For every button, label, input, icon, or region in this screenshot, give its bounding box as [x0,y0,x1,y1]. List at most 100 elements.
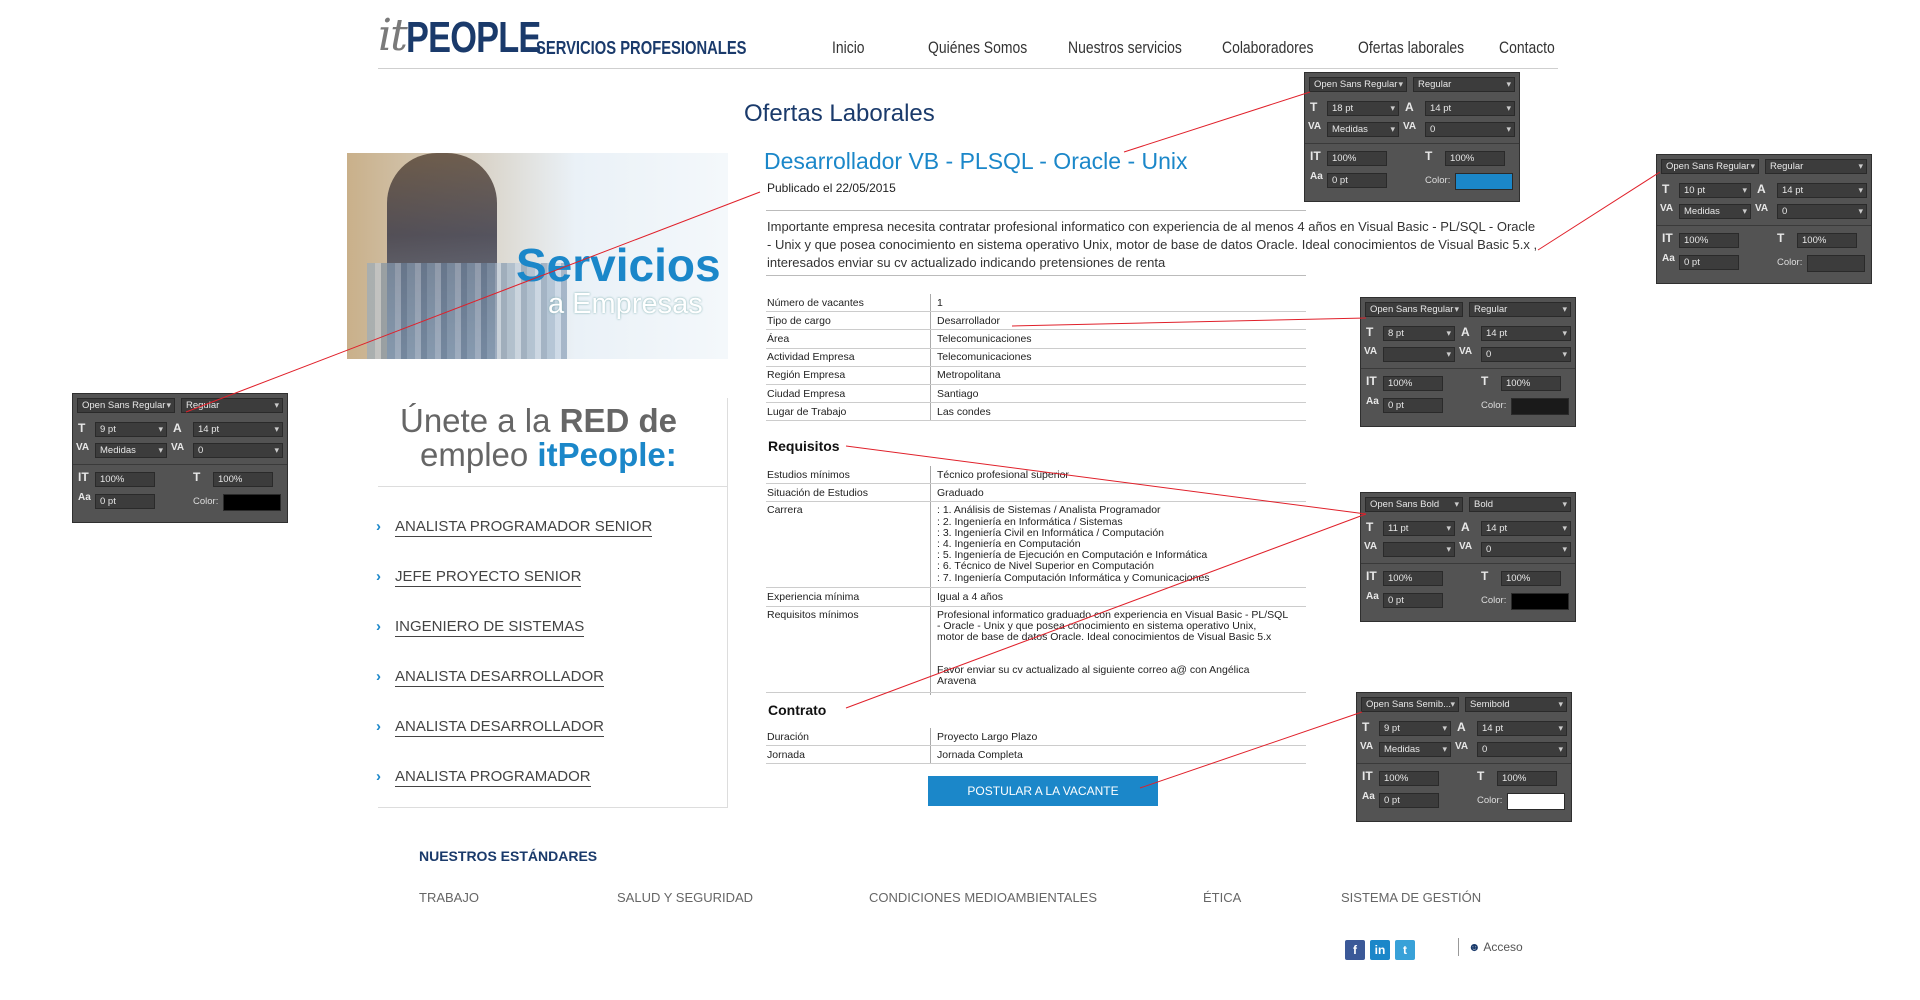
vertical-scale-field[interactable]: 100% [95,472,155,487]
tracking-field[interactable]: 0 [1777,204,1867,219]
vertical-scale-field[interactable]: 100% [1327,151,1387,166]
leading-field[interactable]: 14 pt [1777,183,1867,198]
baseline-shift-field[interactable]: 0 pt [1379,793,1439,808]
font-style-select[interactable]: Bold [1469,497,1571,512]
join-heading-line2: empleo itPeople: [420,436,677,473]
detail-key: Región Empresa [766,366,931,384]
footer-link-condiciones[interactable]: CONDICIONES MEDIOAMBIENTALES [869,890,1097,905]
kerning-field[interactable]: Medidas [1327,122,1399,137]
tracking-icon: VA [1459,541,1473,552]
nav-ofertas-laborales[interactable]: Ofertas laborales [1358,38,1464,58]
leading-field[interactable]: 14 pt [1481,521,1571,536]
sidebar-job-link[interactable]: › ANALISTA DESARROLLADOR [376,668,604,687]
leading-field[interactable]: 14 pt [1425,101,1515,116]
vertical-scale-field[interactable]: 100% [1383,571,1443,586]
sidebar-job-link[interactable]: › ANALISTA DESARROLLADOR [376,718,604,737]
tracking-field[interactable]: 0 [1481,542,1571,557]
vertical-scale-icon: IT [1362,769,1373,783]
tracking-field[interactable]: 0 [1425,122,1515,137]
tracking-field[interactable]: 0 [1481,347,1571,362]
leading-icon: A [1461,520,1470,534]
font-style-select[interactable]: Semibold [1465,697,1567,712]
font-size-field[interactable]: 18 pt [1327,101,1399,116]
ps-character-panel: Open Sans Regular Regular T 18 pt A 14 pt VA Me… [1304,72,1520,202]
sidebar-job-link[interactable]: › INGENIERO DE SISTEMAS [376,618,585,637]
font-family-select[interactable]: Open Sans Bold [1365,497,1463,512]
baseline-shift-field[interactable]: 0 pt [1383,593,1443,608]
horizontal-scale-field[interactable]: 100% [213,472,273,487]
font-style-select[interactable]: Regular [1765,159,1867,174]
font-style-select[interactable]: Regular [1413,77,1515,92]
table-row: Región Empresa Metropolitana [766,366,1306,385]
font-size-field[interactable]: 10 pt [1679,183,1751,198]
panel-divider [1657,225,1871,226]
linkedin-icon[interactable]: in [1370,940,1390,960]
footer-link-sistema[interactable]: SISTEMA DE GESTIÓN [1341,890,1481,905]
font-family-select[interactable]: Open Sans Regular [77,398,175,413]
leading-field[interactable]: 14 pt [193,422,283,437]
tracking-field[interactable]: 0 [1477,742,1567,757]
font-size-field[interactable]: 9 pt [95,422,167,437]
access-link[interactable]: ☻ Acceso [1468,940,1523,954]
kerning-field[interactable]: Medidas [1379,742,1451,757]
kerning-field[interactable] [1383,347,1455,362]
leading-field[interactable]: 14 pt [1481,326,1571,341]
nav-colaboradores[interactable]: Colaboradores [1222,38,1313,58]
horizontal-scale-field[interactable]: 100% [1445,151,1505,166]
detail-value: 1 [937,296,943,309]
font-style-select[interactable]: Regular [181,398,283,413]
nav-nuestros-servicios[interactable]: Nuestros servicios [1068,38,1182,58]
apply-button[interactable]: POSTULAR A LA VACANTE [928,776,1158,806]
color-swatch[interactable] [1807,255,1865,272]
vertical-scale-field[interactable]: 100% [1679,233,1739,248]
baseline-shift-field[interactable]: 0 pt [1383,398,1443,413]
facebook-icon[interactable]: f [1345,940,1365,960]
color-swatch[interactable] [1511,593,1569,610]
nav-contacto[interactable]: Contacto [1499,38,1555,58]
req-line: Aravena [937,675,977,688]
horizontal-scale-field[interactable]: 100% [1797,233,1857,248]
color-swatch[interactable] [1511,398,1569,415]
horizontal-scale-field[interactable]: 100% [1501,571,1561,586]
font-size-field[interactable]: 9 pt [1379,721,1451,736]
kerning-field[interactable] [1383,542,1455,557]
sidebar-job-link[interactable]: › ANALISTA PROGRAMADOR SENIOR [376,518,653,537]
vertical-scale-field[interactable]: 100% [1383,376,1443,391]
font-size-field[interactable]: 8 pt [1383,326,1455,341]
tracking-field[interactable]: 0 [193,443,283,458]
kerning-field[interactable]: Medidas [1679,204,1751,219]
font-size-field[interactable]: 11 pt [1383,521,1455,536]
offer-description: Importante empresa necesita contratar pr… [767,219,1538,270]
kerning-field[interactable]: Medidas [95,443,167,458]
footer-link-etica[interactable]: ÉTICA [1203,890,1241,905]
footer-link-trabajo[interactable]: TRABAJO [419,890,479,905]
sidebar-job-link[interactable]: › JEFE PROYECTO SENIOR [376,568,582,587]
baseline-shift-field[interactable]: 0 pt [1327,173,1387,188]
color-swatch[interactable] [223,494,281,511]
nav-quienes-somos[interactable]: Quiénes Somos [928,38,1027,58]
footer-link-salud[interactable]: SALUD Y SEGURIDAD [617,890,753,905]
ps-character-panel: Open Sans Regular Regular T 8 pt A 14 pt VA VA 0… [1360,297,1576,427]
logo-people[interactable]: PEOPLE [406,14,541,62]
vertical-scale-field[interactable]: 100% [1379,771,1439,786]
font-family-select[interactable]: Open Sans Semib... [1361,697,1459,712]
logo-it[interactable]: it [378,10,408,62]
sidebar-job-link[interactable]: › ANALISTA PROGRAMADOR [376,768,591,787]
baseline-shift-icon: Aa [1366,591,1379,602]
color-label: Color: [1777,257,1803,268]
font-family-select[interactable]: Open Sans Regular [1309,77,1407,92]
horizontal-scale-field[interactable]: 100% [1497,771,1557,786]
leading-field[interactable]: 14 pt [1477,721,1567,736]
font-family-select[interactable]: Open Sans Regular [1661,159,1759,174]
font-style-select[interactable]: Regular [1469,302,1571,317]
nav-inicio[interactable]: Inicio [832,38,865,58]
offer-title: Desarrollador VB - PLSQL - Oracle - Unix [764,148,1188,174]
baseline-shift-field[interactable]: 0 pt [1679,255,1739,270]
twitter-icon[interactable]: t [1395,940,1415,960]
horizontal-scale-field[interactable]: 100% [1501,376,1561,391]
hero-title: Servicios [516,239,721,291]
color-swatch[interactable] [1507,793,1565,810]
font-family-select[interactable]: Open Sans Regular [1365,302,1463,317]
baseline-shift-field[interactable]: 0 pt [95,494,155,509]
color-swatch[interactable] [1455,173,1513,190]
